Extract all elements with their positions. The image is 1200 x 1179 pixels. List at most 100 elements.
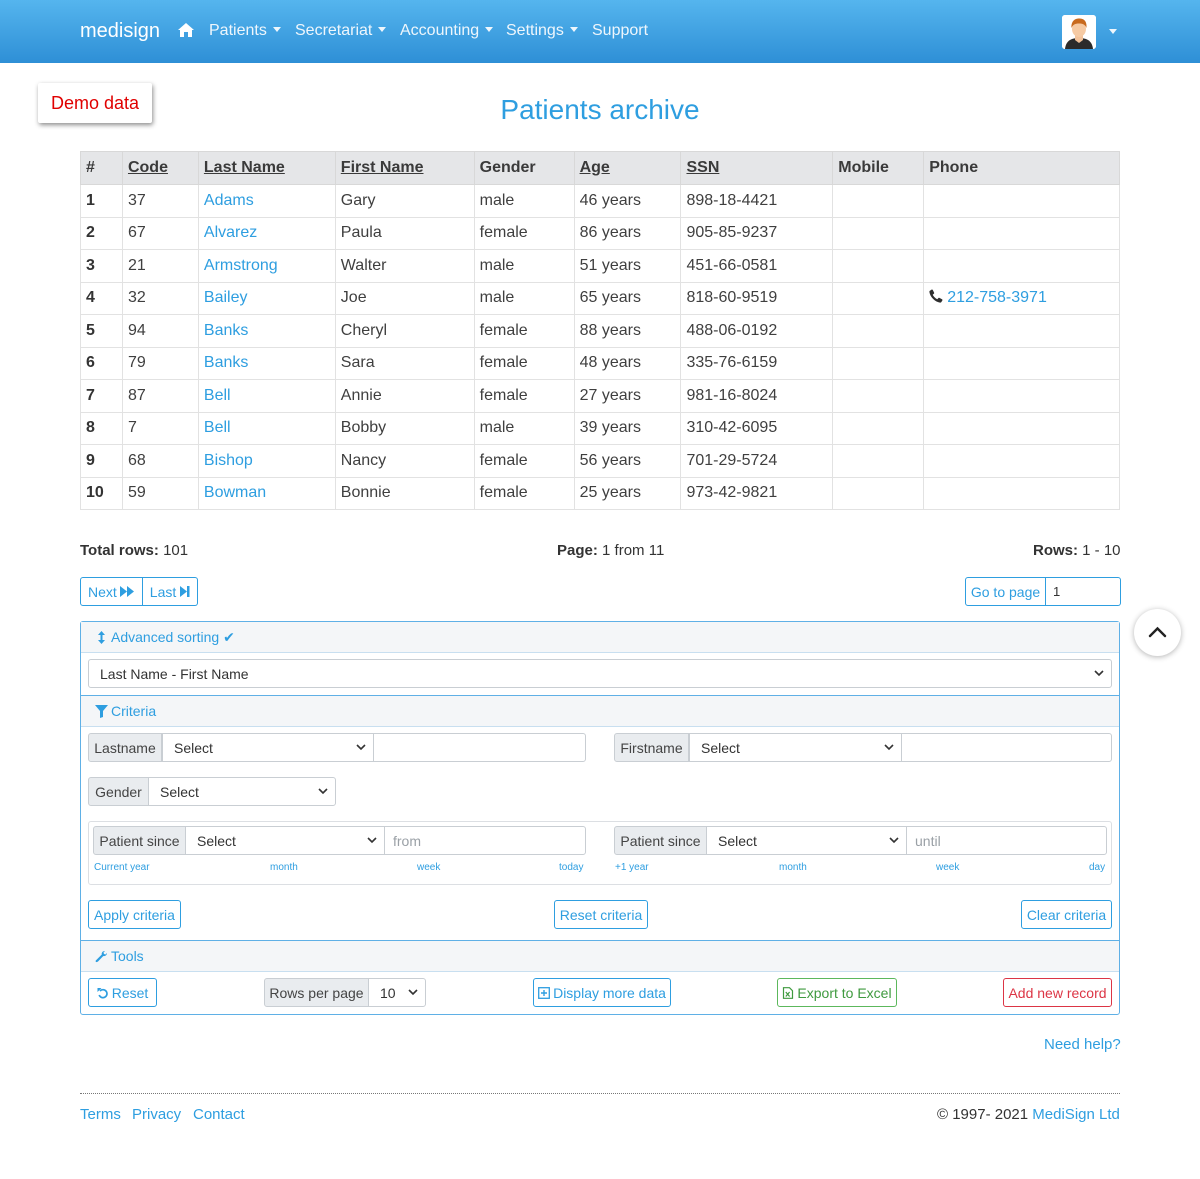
cell-phone bbox=[923, 184, 1120, 218]
reset-button[interactable]: Reset bbox=[88, 978, 157, 1007]
patient-link[interactable]: Bishop bbox=[204, 452, 253, 469]
table-row[interactable]: 10 59 Bowman Bonnie female 25 years 973-42-982… bbox=[80, 476, 1120, 510]
tools-header[interactable]: Tools bbox=[81, 941, 1119, 971]
table-row[interactable]: 9 68 Bishop Nancy female 56 years 701-29-5724 bbox=[80, 444, 1120, 478]
patient-link[interactable]: Alvarez bbox=[204, 224, 257, 241]
lastname-operator-select[interactable]: Select bbox=[162, 733, 374, 762]
shortcut-until-month[interactable]: month bbox=[779, 862, 807, 873]
nav-support[interactable]: Support bbox=[592, 22, 648, 40]
cell-index: 1 bbox=[80, 184, 123, 218]
gender-select[interactable]: Select bbox=[148, 777, 336, 806]
col-header-mobile: Mobile bbox=[832, 151, 925, 185]
cell-age: 25 years bbox=[573, 476, 682, 510]
date-until-input[interactable]: until bbox=[906, 826, 1107, 855]
add-new-record-button[interactable]: Add new record bbox=[1003, 978, 1112, 1007]
export-excel-button[interactable]: Export to Excel bbox=[777, 978, 897, 1007]
cell-mobile bbox=[832, 379, 925, 413]
chevron-down-icon bbox=[884, 744, 894, 751]
cell-code: 79 bbox=[121, 346, 199, 380]
nav-settings[interactable]: Settings bbox=[506, 22, 578, 40]
patient-since-from-select[interactable]: Select bbox=[185, 826, 385, 855]
date-from-input[interactable]: from bbox=[384, 826, 586, 855]
lastname-input[interactable] bbox=[373, 733, 586, 762]
criteria-header[interactable]: Criteria bbox=[81, 696, 1119, 726]
table-row[interactable]: 4 32 Bailey Joe male 65 years 818-60-9519 212-7… bbox=[80, 281, 1120, 315]
shortcut-current-year[interactable]: Current year bbox=[94, 862, 150, 873]
cell-mobile bbox=[832, 216, 925, 250]
patient-link[interactable]: Bailey bbox=[204, 289, 248, 306]
next-page-button[interactable]: Next bbox=[80, 577, 143, 606]
patient-link[interactable]: Bell bbox=[204, 387, 231, 404]
clear-criteria-button[interactable]: Clear criteria bbox=[1021, 900, 1112, 929]
go-to-page-input[interactable] bbox=[1046, 577, 1121, 606]
cell-ssn: 488-06-0192 bbox=[680, 314, 834, 348]
nav-accounting[interactable]: Accounting bbox=[400, 22, 494, 40]
col-header-age[interactable]: Age bbox=[573, 151, 682, 185]
rows-per-page-select[interactable]: 10 bbox=[368, 978, 426, 1007]
rows-per-page-label: Rows per page bbox=[264, 978, 369, 1007]
patients-table: # Code Last Name First Name Gender Age S… bbox=[80, 151, 1120, 510]
cell-age: 56 years bbox=[573, 444, 682, 478]
cell-first-name: Sara bbox=[334, 346, 475, 380]
company-link[interactable]: MediSign Ltd bbox=[1032, 1106, 1120, 1123]
shortcut-today[interactable]: today bbox=[559, 862, 583, 873]
cell-index: 8 bbox=[80, 411, 123, 445]
shortcut-plus-one-year[interactable]: +1 year bbox=[615, 862, 649, 873]
cell-gender: female bbox=[473, 476, 575, 510]
shortcut-until-week[interactable]: week bbox=[936, 862, 959, 873]
apply-criteria-button[interactable]: Apply criteria bbox=[88, 900, 181, 929]
cell-mobile bbox=[832, 249, 925, 283]
patient-link[interactable]: Banks bbox=[204, 322, 248, 339]
col-header-last-name[interactable]: Last Name bbox=[197, 151, 336, 185]
shortcut-day[interactable]: day bbox=[1089, 862, 1105, 873]
advanced-sorting-header[interactable]: Advanced sorting ✔ bbox=[81, 622, 1119, 652]
col-header-code[interactable]: Code bbox=[121, 151, 199, 185]
shortcut-from-month[interactable]: month bbox=[270, 862, 298, 873]
home-icon[interactable] bbox=[177, 21, 195, 39]
nav-secretariat[interactable]: Secretariat bbox=[295, 22, 387, 40]
table-row[interactable]: 7 87 Bell Annie female 27 years 981-16-8024 bbox=[80, 379, 1120, 413]
cell-ssn: 981-16-8024 bbox=[680, 379, 834, 413]
col-header-first-name[interactable]: First Name bbox=[334, 151, 475, 185]
patient-link[interactable]: Armstrong bbox=[204, 257, 278, 274]
last-page-button[interactable]: Last bbox=[142, 577, 199, 606]
display-more-data-button[interactable]: Display more data bbox=[533, 978, 671, 1007]
reset-criteria-button[interactable]: Reset criteria bbox=[554, 900, 648, 929]
table-row[interactable]: 6 79 Banks Sara female 48 years 335-76-6159 bbox=[80, 346, 1120, 380]
need-help-link[interactable]: Need help? bbox=[1044, 1036, 1121, 1053]
cell-index: 9 bbox=[80, 444, 123, 478]
table-row[interactable]: 1 37 Adams Gary male 46 years 898-18-4421 bbox=[80, 184, 1120, 218]
phone-link[interactable]: 212-758-3971 bbox=[947, 289, 1047, 306]
footer-terms-link[interactable]: Terms bbox=[80, 1106, 121, 1123]
cell-ssn: 701-29-5724 bbox=[680, 444, 834, 478]
user-menu-caret-icon[interactable] bbox=[1109, 29, 1117, 34]
shortcut-from-week[interactable]: week bbox=[417, 862, 440, 873]
go-to-page-button[interactable]: Go to page bbox=[965, 577, 1046, 606]
footer-privacy-link[interactable]: Privacy bbox=[132, 1106, 181, 1123]
patient-link[interactable]: Adams bbox=[204, 192, 254, 209]
chevron-down-icon bbox=[378, 27, 387, 32]
sort-order-select[interactable]: Last Name - First Name bbox=[88, 659, 1112, 688]
cell-first-name: Annie bbox=[334, 379, 475, 413]
firstname-input[interactable] bbox=[901, 733, 1112, 762]
user-avatar[interactable] bbox=[1062, 15, 1096, 49]
footer-contact-link[interactable]: Contact bbox=[193, 1106, 245, 1123]
cell-code: 94 bbox=[121, 314, 199, 348]
patient-link[interactable]: Banks bbox=[204, 354, 248, 371]
col-header-ssn[interactable]: SSN bbox=[680, 151, 834, 185]
patient-link[interactable]: Bowman bbox=[204, 484, 266, 501]
patient-since-until-select[interactable]: Select bbox=[706, 826, 907, 855]
firstname-operator-select[interactable]: Select bbox=[689, 733, 902, 762]
cell-gender: male bbox=[473, 184, 575, 218]
table-row[interactable]: 2 67 Alvarez Paula female 86 years 905-85-9237 bbox=[80, 216, 1120, 250]
nav-patients[interactable]: Patients bbox=[209, 22, 281, 40]
cell-gender: female bbox=[473, 216, 575, 250]
table-row[interactable]: 8 7 Bell Bobby male 39 years 310-42-6095 bbox=[80, 411, 1120, 445]
brand-logo[interactable]: medisign bbox=[80, 20, 160, 43]
table-row[interactable]: 3 21 Armstrong Walter male 51 years 451-66-058… bbox=[80, 249, 1120, 283]
firstname-label: Firstname bbox=[614, 733, 689, 762]
table-row[interactable]: 5 94 Banks Cheryl female 88 years 488-06-0192 bbox=[80, 314, 1120, 348]
scroll-to-top-button[interactable] bbox=[1134, 609, 1181, 656]
patient-link[interactable]: Bell bbox=[204, 419, 231, 436]
page-indicator: Page: 1 from 11 bbox=[557, 542, 665, 559]
